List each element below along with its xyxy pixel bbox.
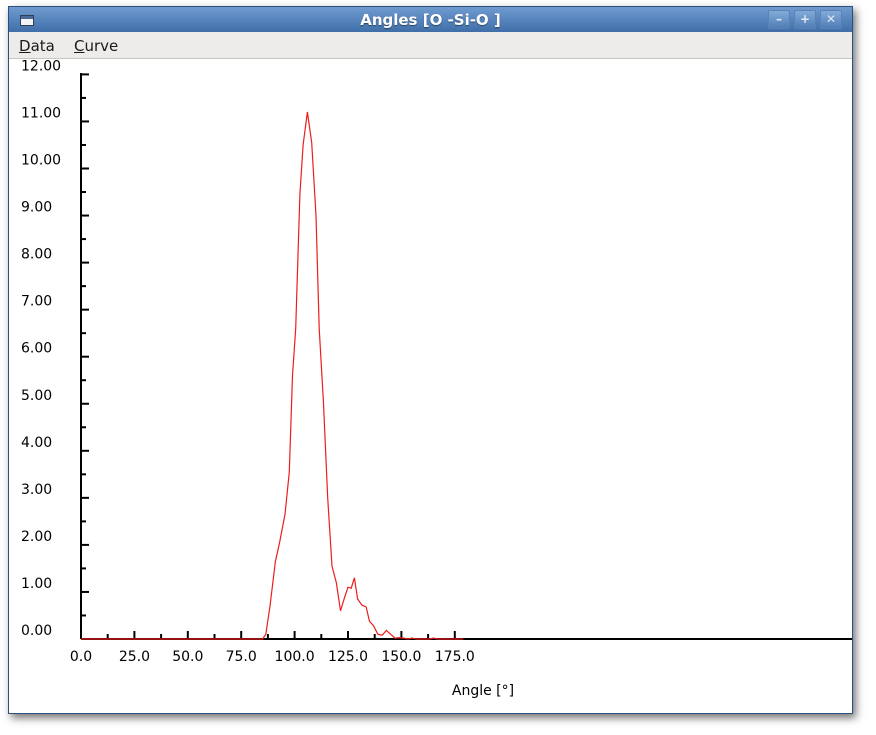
y-axis: 0.00 1.00 2.00 3.00 4.00 5.00 6.00 7.00 8.00 9.00… bbox=[21, 58, 89, 640]
x-tick-label: 50.0 bbox=[172, 649, 203, 665]
x-tick-label: 0.0 bbox=[70, 649, 92, 665]
x-axis: 0.0 25.0 50.0 75.0 100.0 125.0 150.0 175.0 bbox=[70, 631, 852, 665]
menu-data-label: ata bbox=[30, 37, 55, 55]
x-tick-label: 125.0 bbox=[328, 649, 368, 665]
y-tick-label: 4.00 bbox=[21, 435, 52, 451]
x-tick-label: 175.0 bbox=[435, 649, 475, 665]
menu-curve-mnemonic: C bbox=[74, 37, 85, 55]
y-tick-label: 11.00 bbox=[21, 105, 61, 121]
menu-data[interactable]: Data bbox=[19, 37, 55, 55]
x-tick-label: 75.0 bbox=[226, 649, 257, 665]
title-bar[interactable]: Angles [O -Si-O ] – + ✕ bbox=[9, 7, 852, 32]
maximize-button[interactable]: + bbox=[794, 10, 816, 29]
menu-curve[interactable]: Curve bbox=[74, 37, 118, 55]
close-button[interactable]: ✕ bbox=[820, 10, 842, 29]
menu-data-mnemonic: D bbox=[19, 37, 31, 55]
y-tick-label: 7.00 bbox=[21, 294, 52, 310]
y-tick-label: 0.00 bbox=[21, 623, 52, 639]
x-tick-label: 100.0 bbox=[275, 649, 315, 665]
y-tick-label: 6.00 bbox=[21, 341, 52, 357]
y-tick-label: 9.00 bbox=[21, 200, 52, 216]
window-title: Angles [O -Si-O ] bbox=[360, 11, 501, 29]
menu-curve-label: urve bbox=[84, 37, 119, 55]
menu-bar: Data Curve bbox=[9, 32, 852, 59]
y-tick-label: 2.00 bbox=[21, 529, 52, 545]
y-tick-label: 8.00 bbox=[21, 247, 52, 263]
x-axis-label: Angle [°] bbox=[452, 683, 514, 699]
y-tick-label: 10.00 bbox=[21, 153, 61, 169]
series-line bbox=[81, 111, 464, 640]
minimize-button[interactable]: – bbox=[768, 10, 790, 29]
y-tick-label: 5.00 bbox=[21, 388, 52, 404]
y-tick-label: 12.00 bbox=[21, 59, 61, 74]
app-window: Angles [O -Si-O ] – + ✕ Data Curve 0.00 1… bbox=[8, 6, 853, 714]
angle-distribution-chart: 0.00 1.00 2.00 3.00 4.00 5.00 6.00 7.00 8.00 9.00… bbox=[21, 58, 852, 699]
x-tick-label: 150.0 bbox=[381, 649, 421, 665]
x-tick-label: 25.0 bbox=[119, 649, 150, 665]
plot-area: 0.00 1.00 2.00 3.00 4.00 5.00 6.00 7.00 8.00 9.00… bbox=[9, 58, 852, 713]
y-tick-label: 3.00 bbox=[21, 482, 52, 498]
series-group bbox=[81, 111, 464, 640]
y-tick-label: 1.00 bbox=[21, 576, 52, 592]
